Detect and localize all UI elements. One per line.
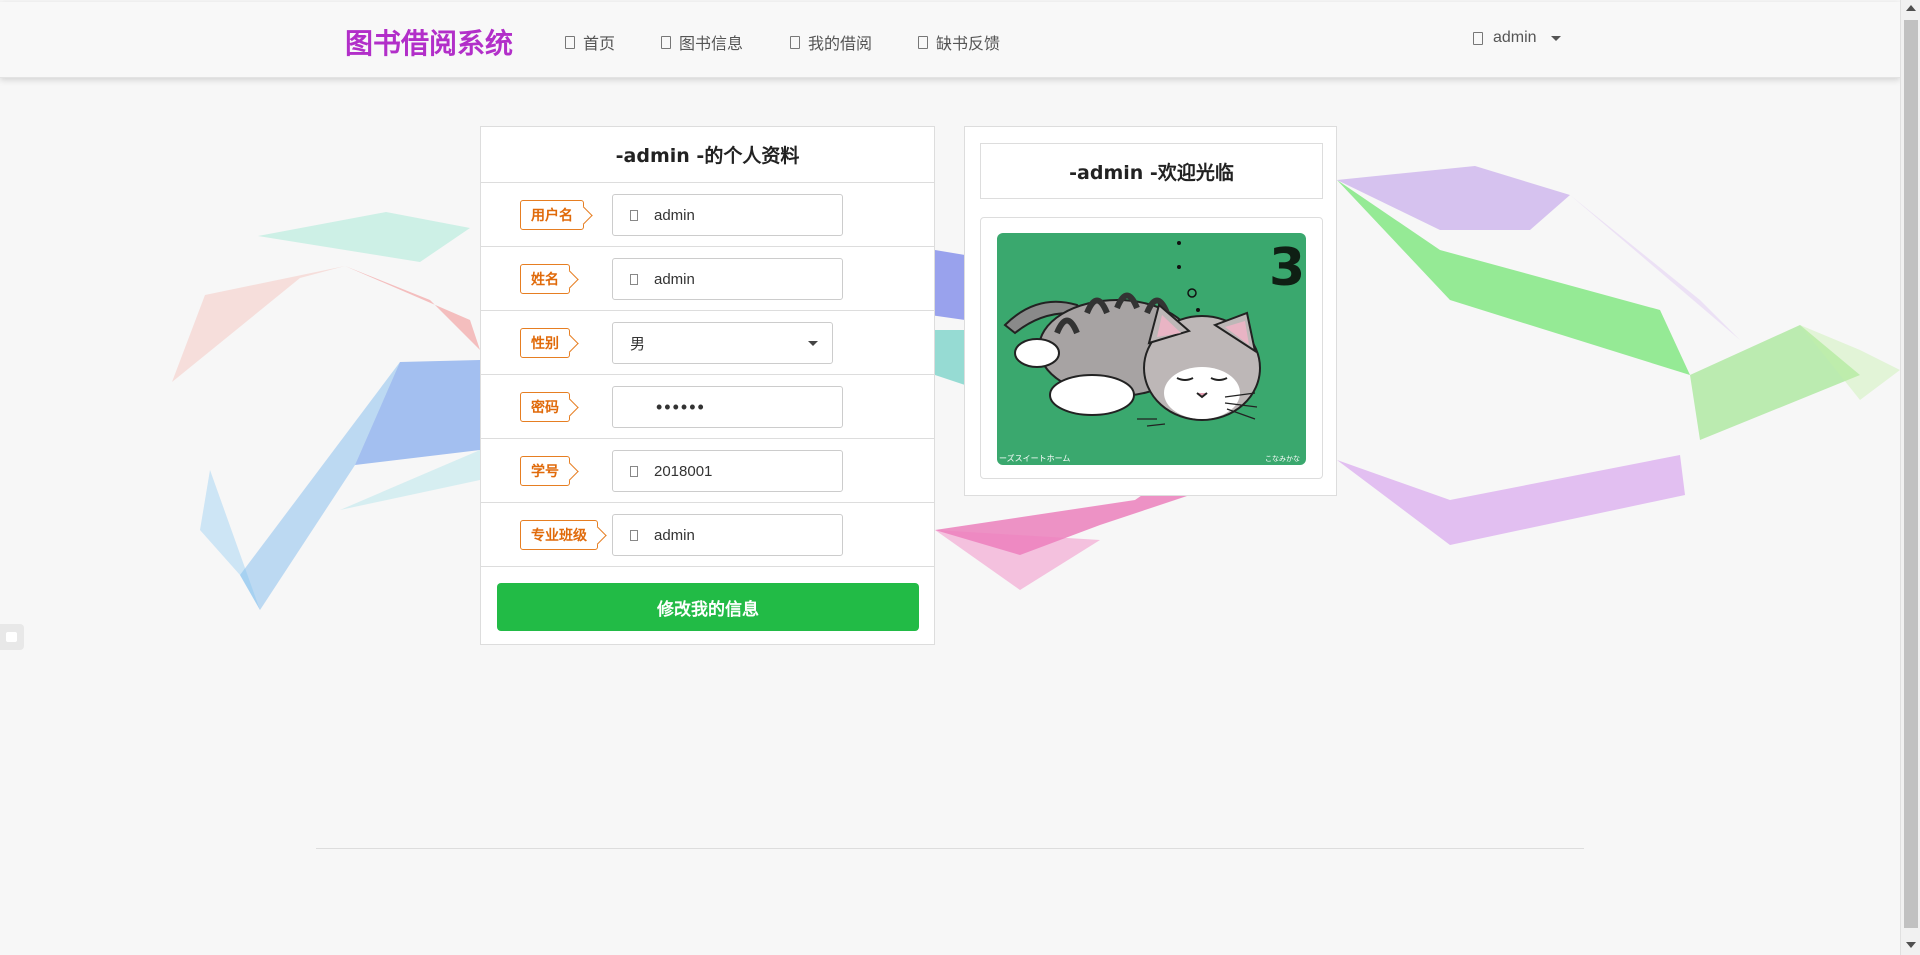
field-label: 姓名 xyxy=(520,264,570,294)
update-info-button[interactable]: 修改我的信息 xyxy=(497,583,919,631)
nav-item-label: 我的借阅 xyxy=(808,34,873,53)
image-caption-right: こなみかな xyxy=(1265,455,1300,463)
book-icon xyxy=(661,35,671,49)
password-field[interactable]: •••••• xyxy=(612,386,843,428)
nav-item-feedback[interactable]: 缺书反馈 xyxy=(918,30,1000,54)
chevron-down-icon xyxy=(808,341,818,346)
field-label: 学号 xyxy=(520,456,570,486)
field-label: 专业班级 xyxy=(520,520,598,550)
nav-item-my-borrowing[interactable]: 我的借阅 xyxy=(790,30,872,54)
vertical-scrollbar[interactable] xyxy=(1900,0,1920,955)
image-caption-left: ーズスイートホーム xyxy=(999,453,1070,463)
user-icon xyxy=(630,273,638,285)
nav-item-home[interactable]: 首页 xyxy=(565,30,615,54)
form-row-gender: 性别 男 xyxy=(481,311,934,375)
form-row-student-id: 学号 2018001 xyxy=(481,439,934,503)
gender-select[interactable]: 男 xyxy=(612,322,833,364)
form-row-class: 专业班级 admin xyxy=(481,503,934,567)
nav-item-label: 图书信息 xyxy=(679,34,744,53)
field-label: 密码 xyxy=(520,392,570,422)
scroll-up-arrow-icon[interactable] xyxy=(1906,5,1916,11)
square-icon xyxy=(6,632,17,642)
top-navbar: 图书借阅系统 首页 图书信息 我的借阅 缺书反馈 admin xyxy=(0,2,1900,78)
id-icon xyxy=(630,465,638,477)
student-id-field[interactable]: 2018001 xyxy=(612,450,843,492)
class-field[interactable]: admin xyxy=(612,514,843,556)
chevron-down-icon xyxy=(1550,35,1561,41)
image-number: 3 xyxy=(1269,238,1305,298)
cat-illustration-image: 3 ーズスイートホーム こなみかな xyxy=(997,233,1306,465)
background-graphic xyxy=(172,166,1900,610)
welcome-panel: -admin -欢迎光临 3 ーズスイートホーム こなみかな xyxy=(964,126,1337,496)
brand-logo[interactable]: 图书借阅系统 xyxy=(345,22,513,62)
field-value: 2018001 xyxy=(654,462,713,480)
feedback-icon xyxy=(918,35,928,49)
field-label: 性别 xyxy=(520,328,570,358)
form-row-username: 用户名 admin xyxy=(481,183,934,247)
form-row-name: 姓名 admin xyxy=(481,247,934,311)
name-field[interactable]: admin xyxy=(612,258,843,300)
username-field[interactable]: admin xyxy=(612,194,843,236)
nav-item-label: 首页 xyxy=(583,34,616,53)
class-icon xyxy=(630,529,638,541)
scroll-down-arrow-icon[interactable] xyxy=(1906,942,1916,948)
scrollbar-thumb[interactable] xyxy=(1904,20,1918,928)
field-value: admin xyxy=(654,206,695,224)
profile-title: -admin -的个人资料 xyxy=(481,127,934,183)
field-value: admin xyxy=(654,270,695,288)
footer-divider xyxy=(316,848,1584,849)
nav-item-book-info[interactable]: 图书信息 xyxy=(661,30,743,54)
user-name: admin xyxy=(1493,29,1537,46)
user-icon xyxy=(630,209,638,221)
field-label: 用户名 xyxy=(520,200,584,230)
home-icon xyxy=(565,35,575,49)
field-value: 男 xyxy=(630,335,646,353)
form-row-password: 密码 •••••• xyxy=(481,375,934,439)
profile-panel: -admin -的个人资料 用户名 admin 姓名 admin 性别 男 密码… xyxy=(480,126,935,645)
side-toggle-widget[interactable] xyxy=(0,624,24,650)
nav-item-label: 缺书反馈 xyxy=(936,34,1001,53)
field-value: admin xyxy=(654,526,695,544)
user-dropdown[interactable]: admin xyxy=(1473,29,1561,47)
welcome-title: -admin -欢迎光临 xyxy=(980,143,1323,199)
field-value: •••••• xyxy=(656,396,706,417)
user-icon xyxy=(1473,31,1483,45)
avatar-frame: 3 ーズスイートホーム こなみかな xyxy=(980,217,1323,479)
list-icon xyxy=(790,35,800,49)
